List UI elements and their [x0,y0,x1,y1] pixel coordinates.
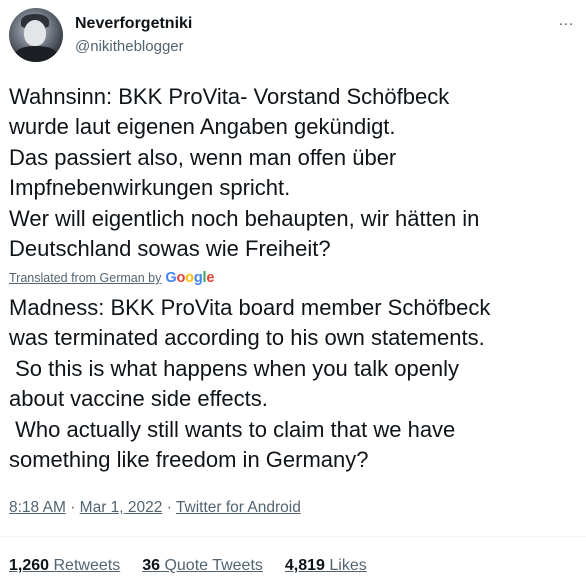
author-display-name[interactable]: Neverforgetniki [75,15,192,33]
quotes-count: 36 [142,557,160,574]
likes-count: 4,819 [284,557,325,574]
likes-stat[interactable]: 4,819 Likes [285,557,367,575]
meta-separator: · [70,499,76,516]
translated-text: Madness: BKK ProVita board member Schöfb… [9,293,579,475]
retweets-label: Retweets [53,557,121,574]
tweet-time[interactable]: 8:18 AM [9,499,66,516]
tweet-line: wurde laut eigenen Angaben gekündigt. [9,114,396,140]
translation-line: something like freedom in Germany? [9,447,369,473]
tweet-source[interactable]: Twitter for Android [176,499,301,516]
tweet-line: Impfnebenwirkungen spricht. [9,175,291,201]
meta-separator: · [166,499,172,516]
tweet-meta: 8:18 AM · Mar 1, 2022 · Twitter for Andr… [9,499,301,517]
quotes-label: Quote Tweets [164,557,263,574]
tweet-stats: 1,260 Retweets 36 Quote Tweets 4,819 Lik… [9,557,367,575]
translation-line: was terminated according to his own stat… [9,325,485,351]
translation-line: Who actually still wants to claim that w… [9,416,456,442]
retweets-stat[interactable]: 1,260 Retweets [9,557,120,575]
avatar[interactable] [9,8,63,62]
tweet-text: Wahnsinn: BKK ProVita- Vorstand Schöfbec… [9,82,579,264]
author-handle[interactable]: @nikitheblogger [75,38,184,55]
avatar-body [14,46,58,62]
tweet-header: Neverforgetniki @nikitheblogger … [9,8,577,64]
tweet-date[interactable]: Mar 1, 2022 [80,499,163,516]
tweet-line: Wahnsinn: BKK ProVita- Vorstand Schöfbec… [9,84,450,109]
divider [0,536,586,537]
avatar-face [24,20,46,46]
more-options-icon[interactable]: … [558,12,575,30]
tweet-line: Deutschland sowas wie Freiheit? [9,236,331,262]
quote-tweets-stat[interactable]: 36 Quote Tweets [142,557,263,575]
translation-attribution[interactable]: Translated from German by Google [9,270,214,286]
google-logo: Google [165,270,215,286]
retweets-count: 1,260 [9,557,50,574]
translation-line: Madness: BKK ProVita board member Schöfb… [9,295,491,320]
translation-line: So this is what happens when you talk op… [9,355,460,381]
translated-by-label[interactable]: Translated from German by [9,271,161,285]
tweet-line: Das passiert also, wenn man offen über [9,144,397,170]
likes-label: Likes [329,557,367,574]
tweet-line: Wer will eigentlich noch behaupten, wir … [9,205,480,231]
translation-line: about vaccine side effects. [9,386,268,412]
